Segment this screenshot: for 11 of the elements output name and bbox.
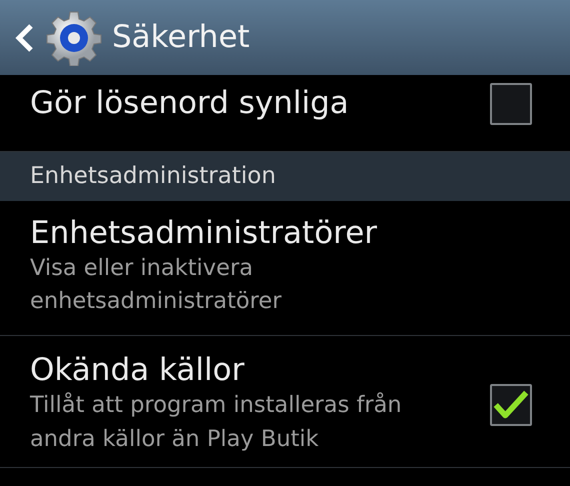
checkbox[interactable] bbox=[490, 83, 532, 125]
setting-summary: Visa eller inaktivera enhetsadministratörer bbox=[30, 254, 283, 316]
screen-title: Säkerhet bbox=[112, 18, 250, 58]
section-header: Enhetsadministration bbox=[0, 152, 570, 200]
setting-title[interactable]: Okända källor bbox=[30, 352, 490, 390]
back-icon[interactable] bbox=[14, 22, 36, 54]
gear-icon bbox=[46, 10, 102, 66]
setting-title[interactable]: Gör lösenord synliga bbox=[30, 85, 490, 123]
setting-summary: Tillåt att program installeras från andra källor än Play Butik bbox=[30, 391, 403, 454]
setting-title[interactable]: Enhetsadministratörer bbox=[30, 214, 532, 252]
checkbox[interactable] bbox=[490, 384, 532, 426]
